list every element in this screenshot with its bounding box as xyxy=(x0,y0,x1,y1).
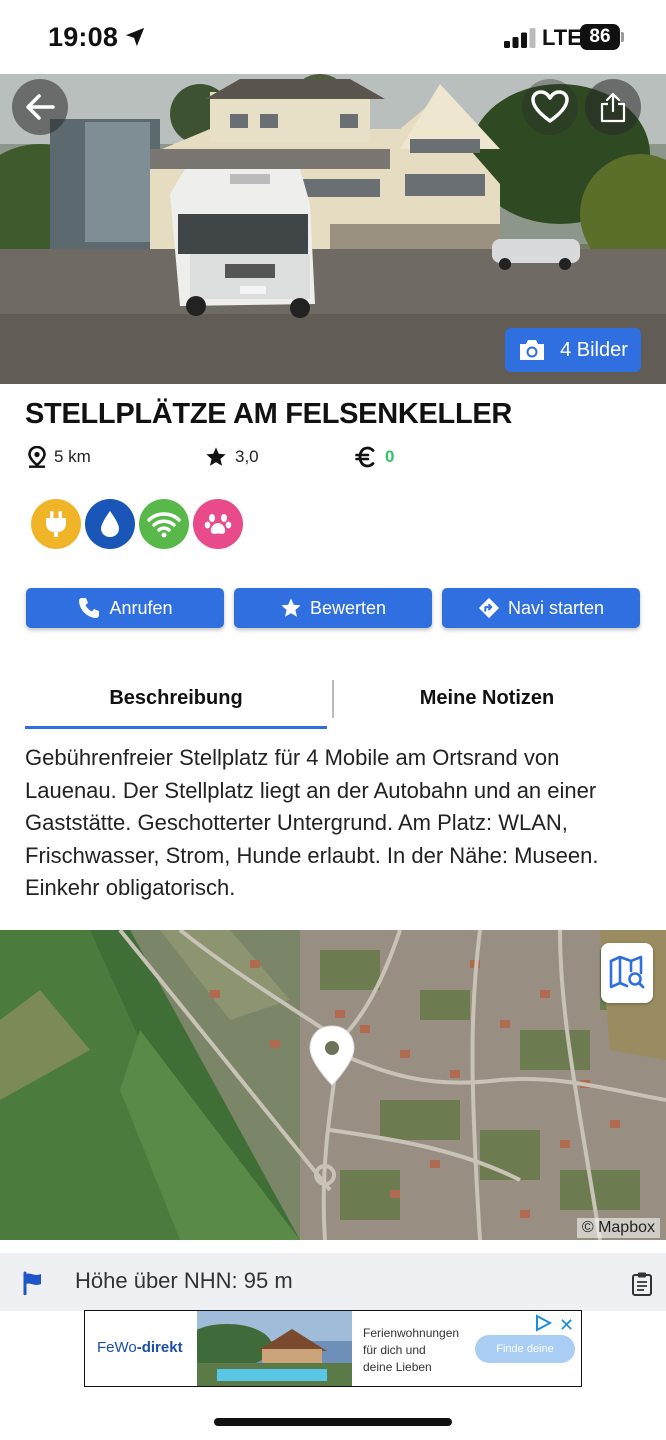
description-text: Gebührenfreier Stellplatz für 4 Mobile a… xyxy=(25,745,599,900)
action-buttons: Anrufen Bewerten Navi starten xyxy=(26,588,640,628)
power-amenity xyxy=(31,499,81,549)
wifi-icon xyxy=(147,512,181,538)
navigate-button[interactable]: Navi starten xyxy=(442,588,640,628)
status-time: 19:08 xyxy=(48,22,119,52)
satellite-map[interactable]: © Mapbox xyxy=(0,930,666,1240)
photos-button[interactable]: 4 Bilder xyxy=(505,328,641,372)
signal-icon xyxy=(504,28,536,48)
star-icon xyxy=(206,447,226,466)
clipboard-icon[interactable] xyxy=(631,1271,653,1297)
phone-icon xyxy=(79,598,100,618)
hero-photo[interactable]: 4 Bilder xyxy=(0,74,666,384)
share-icon xyxy=(600,92,626,123)
heart-icon xyxy=(531,90,569,123)
price-value: 0 xyxy=(385,447,395,466)
rate-button[interactable]: Bewerten xyxy=(234,588,432,628)
network-type: LTE xyxy=(542,25,582,50)
rate-button-label: Bewerten xyxy=(309,597,387,618)
back-button[interactable] xyxy=(12,79,68,135)
place-title: STELLPLÄTZE AM FELSENKELLER xyxy=(25,398,513,430)
altitude-bar: Höhe über NHN: 95 m xyxy=(0,1253,666,1311)
share-button[interactable] xyxy=(585,79,641,135)
paw-icon xyxy=(204,514,232,534)
map-search-icon xyxy=(609,955,645,989)
ad-choices-icon[interactable] xyxy=(534,1314,552,1332)
ad-line-3: deine Lieben xyxy=(363,1360,432,1374)
amenities-list xyxy=(31,499,243,549)
camera-icon xyxy=(520,340,545,360)
altitude-text: Höhe über NHN: 95 m xyxy=(75,1268,293,1293)
location-arrow-icon xyxy=(125,27,145,47)
active-tab-indicator xyxy=(25,726,327,729)
directions-icon xyxy=(478,597,500,619)
rating-info: 3,0 xyxy=(205,444,259,470)
ad-text: Ferienwohnungen für dich und deine Liebe… xyxy=(363,1325,473,1376)
map-image xyxy=(0,930,666,1240)
tab-notes[interactable]: Meine Notizen xyxy=(333,676,641,720)
ad-banner[interactable]: FeWo-direkt Ferienwohnungen für dich und… xyxy=(84,1310,582,1387)
water-amenity xyxy=(85,499,135,549)
ad-close-button[interactable]: ✕ xyxy=(559,1315,574,1336)
tab-description[interactable]: Beschreibung xyxy=(25,676,327,720)
price-info: 0 xyxy=(355,444,394,470)
call-button[interactable]: Anrufen xyxy=(26,588,224,628)
status-bar: 19:08 LTE 86 xyxy=(0,0,666,74)
flag-icon xyxy=(23,1271,41,1295)
favorite-button[interactable] xyxy=(522,79,578,135)
photos-count-label: 4 Bilder xyxy=(560,338,628,361)
ad-cta-button[interactable]: Finde deine xyxy=(475,1335,575,1363)
star-icon xyxy=(281,598,301,617)
battery-nub xyxy=(621,32,624,42)
ad-line-2: für dich und xyxy=(363,1343,426,1357)
open-map-button[interactable] xyxy=(601,943,653,1003)
distance-info: 5 km xyxy=(28,444,91,470)
ad-brand-a: FeWo xyxy=(97,1339,137,1356)
call-button-label: Anrufen xyxy=(109,597,173,618)
location-pin-icon xyxy=(28,446,46,468)
pets-amenity xyxy=(193,499,243,549)
ad-line-1: Ferienwohnungen xyxy=(363,1326,460,1340)
rating-value: 3,0 xyxy=(235,447,259,466)
battery-level: 86 xyxy=(580,24,620,50)
map-attribution[interactable]: © Mapbox xyxy=(576,1218,660,1238)
wifi-amenity xyxy=(139,499,189,549)
home-indicator[interactable] xyxy=(214,1418,452,1426)
water-drop-icon xyxy=(101,511,119,537)
euro-icon xyxy=(355,446,375,468)
ad-brand-b: -direkt xyxy=(136,1339,183,1356)
detail-tabs: Beschreibung Meine Notizen xyxy=(25,676,641,730)
ad-image xyxy=(197,1311,352,1386)
navigate-button-label: Navi starten xyxy=(507,597,605,618)
ad-logo: FeWo-direkt xyxy=(97,1339,183,1356)
power-plug-icon xyxy=(46,511,66,537)
distance-value: 5 km xyxy=(54,447,91,466)
arrow-left-icon xyxy=(26,94,55,120)
